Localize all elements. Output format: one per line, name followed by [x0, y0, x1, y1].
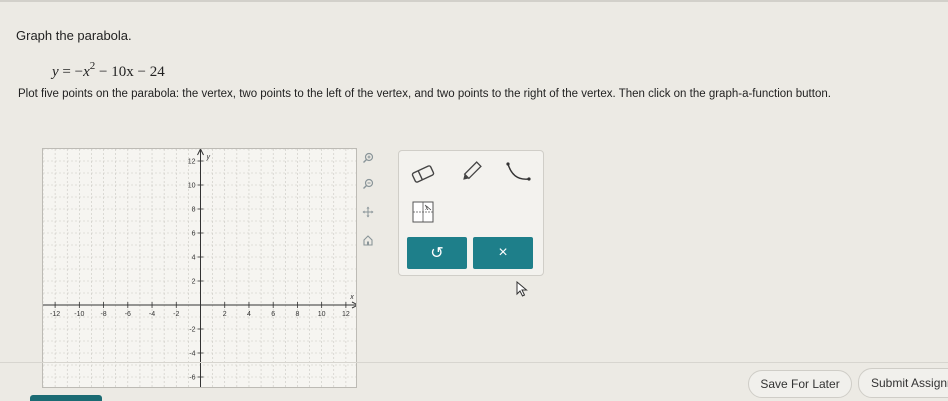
graph-side-toolbar	[359, 148, 377, 258]
y-tick-label: 2	[192, 279, 196, 286]
equation: y = −x2 − 10x − 24	[52, 60, 165, 81]
home-icon[interactable]	[361, 234, 375, 248]
graph-area[interactable]: -12 -10 -8 -6 -4 -2 2 4 6 8 10 12 12 10 8 6 4 2 -2 -4 -6 x y	[42, 148, 357, 388]
graph-function-icon[interactable]: x	[405, 197, 441, 227]
parabola-icon[interactable]	[501, 157, 537, 187]
equation-x: x	[83, 64, 90, 80]
y-tick-label: 4	[192, 255, 196, 262]
pencil-icon[interactable]	[453, 157, 489, 187]
tool-panel: x ↺ ×	[398, 150, 544, 276]
x-tick-label: 2	[223, 311, 227, 318]
submit-assignment-button[interactable]: Submit Assignm	[858, 368, 948, 398]
coordinate-grid[interactable]: -12 -10 -8 -6 -4 -2 2 4 6 8 10 1212108642-2-4-6xy	[43, 149, 357, 388]
undo-button[interactable]: ↺	[407, 237, 467, 269]
pan-icon[interactable]	[361, 206, 375, 220]
equation-exponent: 2	[89, 60, 96, 72]
x-tick-label: 6	[271, 311, 275, 318]
save-for-later-button[interactable]: Save For Later	[748, 370, 852, 398]
y-tick-label: 12	[188, 159, 196, 166]
x-tick-label: -2	[173, 311, 179, 318]
equation-rest: − 10x − 24	[99, 64, 165, 80]
x-tick-label: -6	[125, 311, 131, 318]
y-tick-label: 10	[188, 183, 196, 190]
y-tick-label: 8	[192, 207, 196, 214]
zoom-in-icon[interactable]	[361, 152, 375, 166]
x-tick-label: 12	[342, 311, 350, 318]
y-tick-label: -4	[189, 351, 195, 358]
x-tick-label: 4	[247, 311, 251, 318]
y-axis-label: y	[206, 154, 211, 161]
x-tick-label: 10	[318, 311, 326, 318]
y-tick-label: -2	[189, 327, 195, 334]
x-axis-label: x	[349, 294, 354, 301]
x-tick-label: 8	[295, 311, 299, 318]
mouse-cursor-icon	[516, 280, 528, 302]
question-prompt: Graph the parabola.	[16, 28, 132, 43]
y-tick-label: 6	[192, 231, 196, 238]
progress-tab[interactable]	[30, 395, 102, 401]
zoom-out-icon[interactable]	[361, 178, 375, 192]
instructions: Plot five points on the parabola: the ve…	[18, 88, 831, 100]
undo-icon: ↺	[430, 245, 444, 262]
close-icon: ×	[498, 244, 508, 261]
x-tick-label: -8	[100, 311, 106, 318]
x-tick-label: -4	[149, 311, 155, 318]
x-tick-label: -10	[74, 311, 84, 318]
equation-equals: =	[62, 64, 71, 80]
eraser-icon[interactable]	[405, 159, 441, 189]
top-divider	[0, 0, 948, 2]
clear-button[interactable]: ×	[473, 237, 533, 269]
equation-minus: −	[74, 64, 84, 80]
x-tick-label: -12	[50, 311, 60, 318]
equation-lhs: y	[52, 64, 59, 80]
